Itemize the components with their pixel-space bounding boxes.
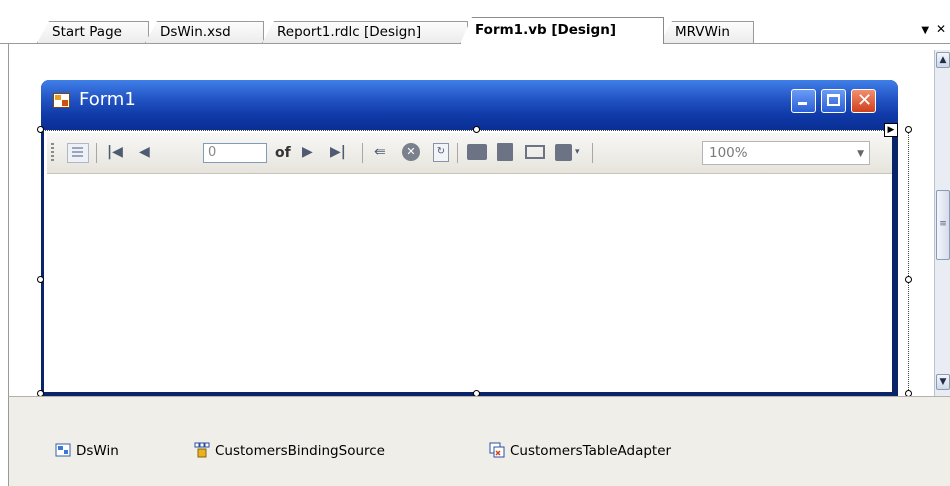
previous-page-icon[interactable]: ◀: [139, 142, 150, 162]
chevron-down-icon[interactable]: ▼: [921, 25, 929, 36]
form-icon: [53, 93, 70, 108]
maximize-icon[interactable]: [821, 89, 846, 113]
tab-dswin-xsd[interactable]: DsWin.xsd: [145, 21, 264, 43]
form-titlebar[interactable]: Form1 ✕: [41, 80, 898, 130]
tray-item-label: DsWin: [76, 443, 119, 459]
tab-controls: ▼ ✕: [921, 22, 946, 36]
tray-item-customersbindingsource[interactable]: CustomersBindingSource: [194, 441, 385, 461]
zoom-select[interactable]: 100% ▼: [702, 141, 870, 165]
dataset-icon: [55, 442, 71, 458]
next-page-icon[interactable]: ▶: [302, 142, 313, 162]
tab-label: DsWin.xsd: [160, 24, 231, 40]
minimize-icon[interactable]: [791, 89, 816, 113]
tray-item-label: CustomersBindingSource: [215, 443, 385, 459]
chevron-down-icon[interactable]: ▼: [857, 143, 864, 165]
tray-item-customerstableadapter[interactable]: CustomersTableAdapter: [489, 441, 671, 461]
toolbar-grip[interactable]: [51, 143, 54, 163]
scroll-thumb[interactable]: ≡: [936, 190, 950, 260]
close-icon[interactable]: ✕: [936, 22, 946, 36]
tab-mrvwin[interactable]: MRVWin: [660, 21, 754, 43]
tab-label: Report1.rdlc [Design]: [277, 24, 422, 40]
document-map-icon[interactable]: [67, 143, 89, 163]
refresh-icon[interactable]: ↻: [433, 143, 449, 162]
first-page-icon[interactable]: |◀: [107, 142, 123, 162]
component-tray: DsWin CustomersBindingSource CustomersTa…: [8, 396, 950, 486]
tab-form1-vb-design[interactable]: Form1.vb [Design]: [460, 17, 664, 44]
current-page-input[interactable]: 0: [203, 143, 267, 163]
tab-label: Form1.vb [Design]: [475, 22, 616, 38]
resize-handle[interactable]: [37, 276, 44, 283]
resize-handle[interactable]: [473, 126, 480, 133]
page-of-label: of: [275, 145, 291, 161]
page-setup-icon[interactable]: [525, 145, 545, 159]
zoom-value: 100%: [709, 145, 748, 161]
export-icon[interactable]: [555, 144, 572, 161]
scroll-up-icon[interactable]: ▲: [936, 52, 950, 68]
stop-icon[interactable]: ✕: [402, 143, 420, 161]
toolbar-separator: [457, 143, 458, 163]
selection-border-top: [41, 130, 898, 131]
toolbar-separator: [362, 143, 363, 163]
report-viewer-toolbar: |◀ ◀ 0 of ▶ ▶| ⇚ ✕ ↻ ▾ 100% ▼: [47, 133, 892, 174]
toolbar-separator: [592, 143, 593, 163]
print-icon[interactable]: [467, 144, 487, 160]
table-adapter-icon: [489, 442, 505, 458]
tab-label: Start Page: [52, 24, 122, 40]
resize-handle[interactable]: [37, 126, 44, 133]
tab-start-page[interactable]: Start Page: [37, 21, 149, 43]
tab-label: MRVWin: [675, 24, 730, 40]
resize-handle[interactable]: [905, 276, 912, 283]
form-client-area[interactable]: |◀ ◀ 0 of ▶ ▶| ⇚ ✕ ↻ ▾ 100% ▼: [44, 130, 892, 392]
print-layout-icon[interactable]: [497, 143, 513, 161]
toolbar-separator: [96, 143, 97, 163]
last-page-icon[interactable]: ▶|: [330, 142, 346, 162]
document-tab-strip: Start Page DsWin.xsd Report1.rdlc [Desig…: [0, 0, 950, 44]
smart-tag-icon[interactable]: ▶: [884, 123, 898, 137]
export-dropdown-icon[interactable]: ▾: [575, 142, 580, 162]
close-icon[interactable]: ✕: [851, 89, 876, 113]
back-icon[interactable]: ⇚: [374, 142, 386, 162]
form1-window[interactable]: Form1 ✕ |◀ ◀ 0 of ▶ ▶| ⇚ ✕ ↻ ▾ 100% ▼: [41, 80, 898, 398]
binding-source-icon: [194, 442, 210, 458]
scroll-down-icon[interactable]: ▼: [936, 374, 950, 390]
form-title: Form1: [79, 89, 136, 110]
vertical-scrollbar[interactable]: ▲ ≡ ▼: [934, 50, 950, 396]
tab-report1-rdlc-design[interactable]: Report1.rdlc [Design]: [262, 21, 468, 43]
selection-border-right: [908, 130, 909, 396]
resize-handle[interactable]: [905, 126, 912, 133]
tray-item-dswin[interactable]: DsWin: [55, 441, 119, 461]
tray-item-label: CustomersTableAdapter: [510, 443, 672, 459]
